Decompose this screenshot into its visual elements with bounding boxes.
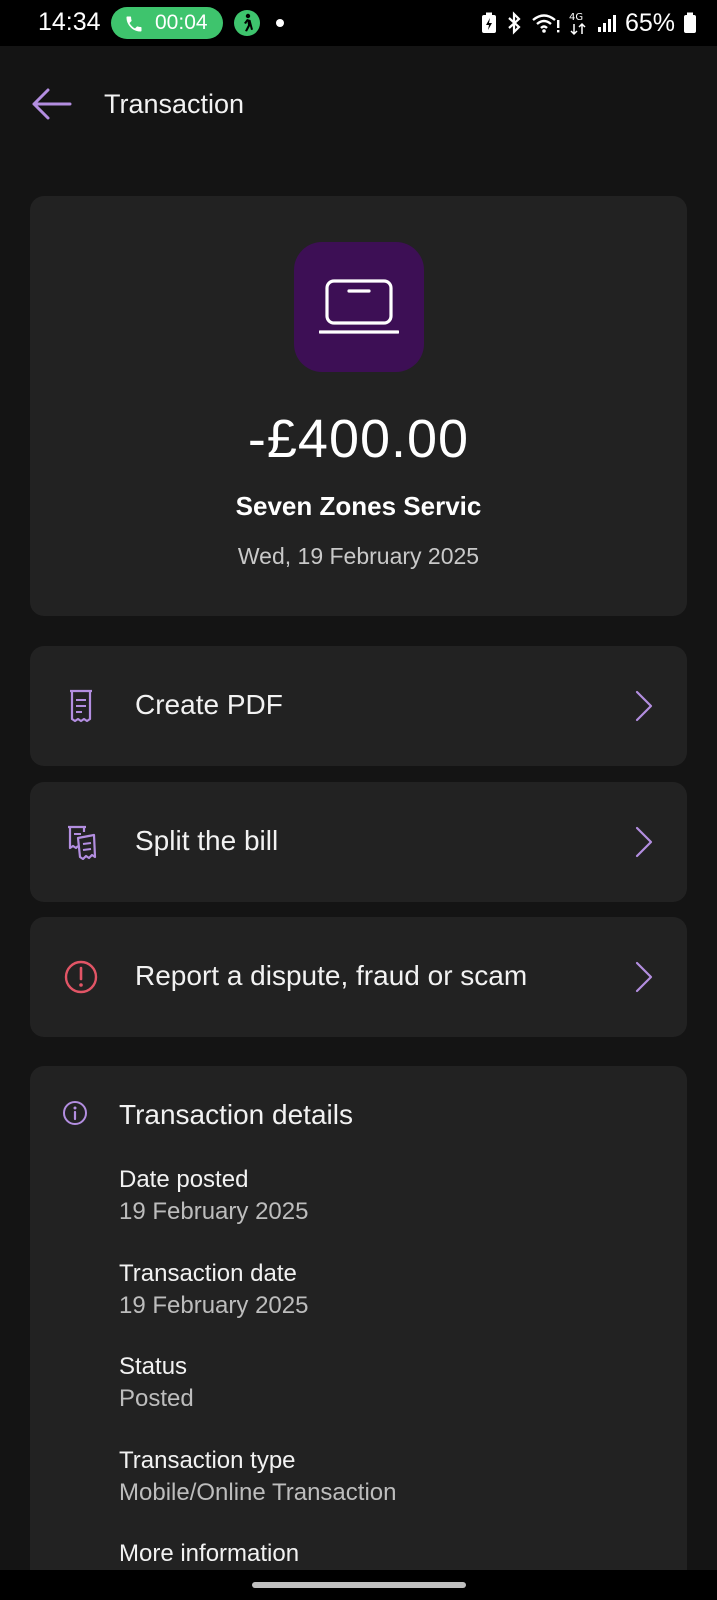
call-timer: 00:04	[155, 11, 208, 34]
svg-text:4G: 4G	[569, 12, 583, 23]
detail-label: More information	[119, 1540, 300, 1567]
app-header: Transaction	[0, 46, 717, 166]
mobile-data-icon: 4G	[569, 12, 586, 36]
battery-icon	[684, 12, 696, 33]
alert-circle-icon	[64, 960, 98, 994]
ongoing-call-chip[interactable]: 00:04	[111, 7, 223, 39]
split-the-bill-button[interactable]: Split the bill	[30, 782, 687, 902]
split-bill-icon	[68, 825, 97, 860]
split-the-bill-label: Split the bill	[135, 825, 279, 856]
status-time: 14:34	[38, 8, 101, 36]
detail-label: Transaction date	[119, 1260, 297, 1287]
info-icon	[63, 1101, 87, 1125]
detail-transaction-date: Transaction date 19 February 2025	[119, 1258, 308, 1322]
transaction-details-card: Transaction details Date posted 19 Febru…	[30, 1066, 687, 1586]
battery-saver-icon	[481, 12, 496, 33]
detail-value: 19 February 2025	[119, 1292, 309, 1319]
page-title: Transaction	[104, 89, 245, 119]
detail-transaction-type: Transaction type Mobile/Online Transacti…	[119, 1445, 396, 1509]
notification-dot	[276, 19, 284, 27]
receipt-icon	[70, 689, 92, 723]
detail-value: Mobile/Online Transaction	[119, 1479, 397, 1506]
chevron-right-icon	[635, 690, 653, 722]
create-pdf-label: Create PDF	[135, 689, 283, 720]
report-dispute-button[interactable]: Report a dispute, fraud or scam	[30, 917, 687, 1037]
system-navigation-bar	[0, 1570, 717, 1600]
wifi-icon	[532, 14, 560, 33]
bluetooth-icon	[508, 11, 521, 35]
details-title: Transaction details	[119, 1099, 353, 1130]
detail-label: Date posted	[119, 1166, 249, 1193]
transaction-date: Wed, 19 February 2025	[237, 543, 480, 569]
detail-more-information: More information	[119, 1538, 299, 1570]
chevron-right-icon	[635, 961, 653, 993]
walking-activity-icon	[234, 10, 260, 36]
home-gesture-handle[interactable]	[252, 1582, 466, 1588]
detail-value: Posted	[119, 1385, 194, 1412]
detail-label: Status	[119, 1353, 188, 1380]
detail-status: Status Posted	[119, 1351, 194, 1415]
create-pdf-button[interactable]: Create PDF	[30, 646, 687, 766]
transaction-amount: -£400.00	[247, 409, 470, 469]
detail-date-posted: Date posted 19 February 2025	[119, 1164, 308, 1228]
detail-label: Transaction type	[119, 1447, 296, 1474]
merchant-name: Seven Zones Servic	[235, 491, 482, 521]
laptop-icon	[319, 279, 399, 334]
arrow-left-icon	[32, 88, 72, 120]
phone-icon	[126, 16, 142, 32]
battery-percentage: 65%	[624, 8, 675, 37]
detail-value: 19 February 2025	[119, 1198, 309, 1225]
transaction-summary-card: -£400.00 Seven Zones Servic Wed, 19 Febr…	[30, 196, 687, 616]
back-button[interactable]	[30, 86, 74, 122]
status-indicators: 4G 65%	[481, 7, 697, 39]
chevron-right-icon	[635, 826, 653, 858]
status-bar: 14:34 00:04 4G 65%	[0, 0, 717, 46]
signal-icon	[597, 15, 616, 32]
report-dispute-label: Report a dispute, fraud or scam	[135, 960, 528, 991]
merchant-category-badge	[294, 242, 424, 372]
